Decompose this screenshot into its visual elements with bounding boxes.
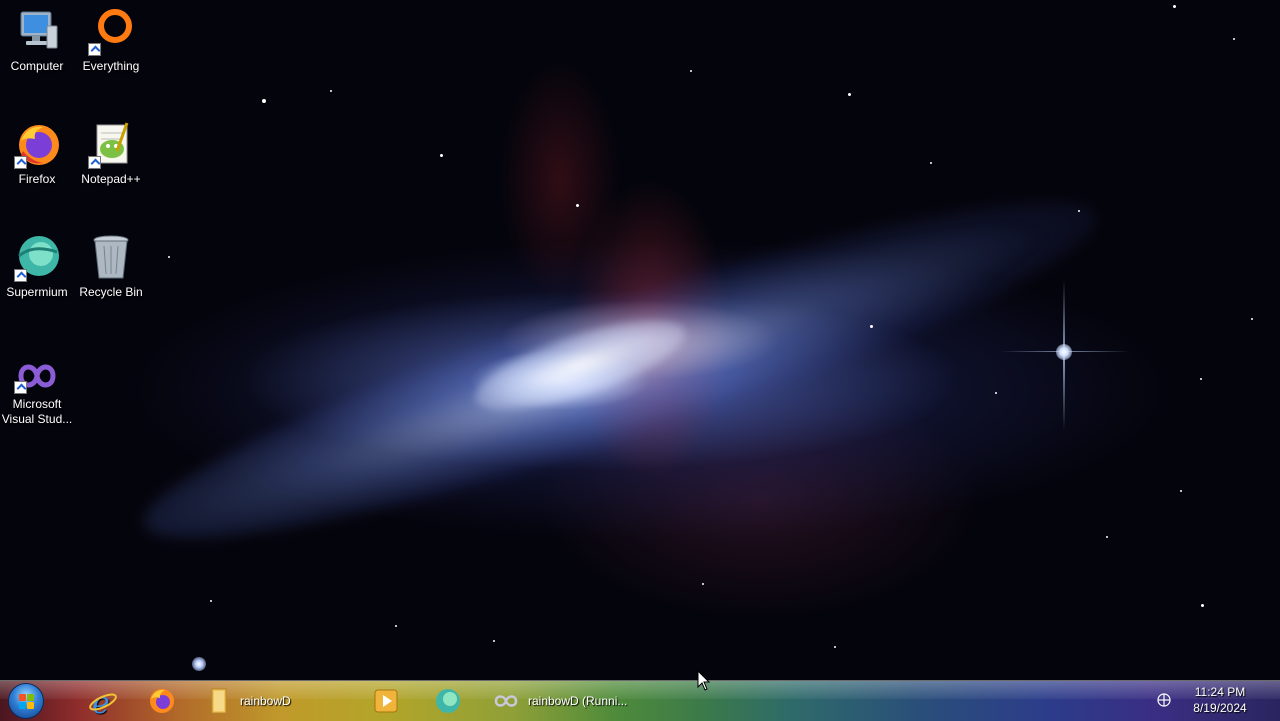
- desktop-icon-everything[interactable]: Everything: [74, 8, 148, 74]
- visual-studio-icon: [13, 356, 61, 394]
- media-player-icon: [372, 687, 400, 715]
- star: [870, 325, 873, 328]
- desktop-icon-recycle-bin[interactable]: Recycle Bin: [74, 234, 148, 300]
- taskbar-clock[interactable]: 11:24 PM 8/19/2024: [1180, 684, 1260, 716]
- taskbar-button-supermium[interactable]: [426, 683, 470, 719]
- star: [848, 93, 851, 96]
- recycle-bin-icon: [87, 234, 135, 282]
- firefox-icon: [148, 687, 176, 715]
- start-button[interactable]: [8, 683, 44, 719]
- taskbar-button-firefox[interactable]: [140, 683, 184, 719]
- desktop-icon-notepadpp[interactable]: Notepad++: [74, 121, 148, 187]
- desktop-icon-supermium[interactable]: Supermium: [0, 234, 74, 300]
- clock-date: 8/19/2024: [1193, 701, 1247, 715]
- star: [1180, 490, 1182, 492]
- firefox-icon: [13, 121, 61, 169]
- folder-icon: [204, 687, 232, 715]
- desktop-icon-computer[interactable]: Computer: [0, 8, 74, 74]
- notepadpp-icon: [87, 121, 135, 169]
- star: [995, 392, 997, 394]
- star: [930, 162, 932, 164]
- desktop-icon-firefox[interactable]: Firefox: [0, 121, 74, 187]
- mouse-cursor-icon: [697, 669, 711, 692]
- star: [834, 646, 836, 648]
- taskbar-button-media-player[interactable]: [364, 683, 408, 719]
- taskbar-button-internet-explorer[interactable]: e: [80, 683, 124, 721]
- shortcut-arrow-icon: [88, 43, 101, 56]
- internet-explorer-icon: e: [88, 686, 117, 721]
- bright-star: [192, 657, 206, 671]
- star: [1233, 38, 1235, 40]
- star: [1201, 604, 1204, 607]
- everything-icon: [87, 8, 135, 56]
- shortcut-arrow-icon: [88, 156, 101, 169]
- star: [262, 99, 266, 103]
- star: [576, 204, 579, 207]
- star: [1078, 210, 1080, 212]
- taskbar-button-rainbowd-folder[interactable]: rainbowD: [196, 683, 291, 719]
- star: [168, 256, 170, 258]
- star: [440, 154, 443, 157]
- visual-studio-icon: [492, 687, 520, 715]
- shortcut-arrow-icon: [14, 381, 27, 394]
- bright-star: [1056, 344, 1072, 360]
- supermium-icon: [13, 234, 61, 282]
- star: [702, 583, 704, 585]
- star: [210, 600, 212, 602]
- taskbar-button-visual-studio[interactable]: rainbowD (Runni...: [484, 683, 627, 719]
- desktop-icon-visual-studio[interactable]: Microsoft Visual Stud...: [0, 356, 74, 427]
- star: [493, 640, 495, 642]
- clock-time: 11:24 PM: [1194, 685, 1246, 699]
- star: [1200, 378, 1202, 380]
- supermium-icon: [434, 687, 462, 715]
- star: [395, 625, 397, 627]
- computer-icon: [13, 8, 61, 56]
- star: [1251, 318, 1253, 320]
- taskbar: e rainbowD rainbowD (Runni... 11:24 PM 8…: [0, 680, 1280, 721]
- star: [690, 70, 692, 72]
- star: [330, 90, 332, 92]
- desktop-wallpaper: Computer Everything Firefox Notepad++ Su…: [0, 0, 1280, 680]
- star: [1106, 536, 1108, 538]
- shortcut-arrow-icon: [14, 156, 27, 169]
- shortcut-arrow-icon: [14, 269, 27, 282]
- star: [1173, 5, 1176, 8]
- network-icon[interactable]: [1156, 692, 1172, 708]
- windows-flag-icon: [19, 694, 35, 710]
